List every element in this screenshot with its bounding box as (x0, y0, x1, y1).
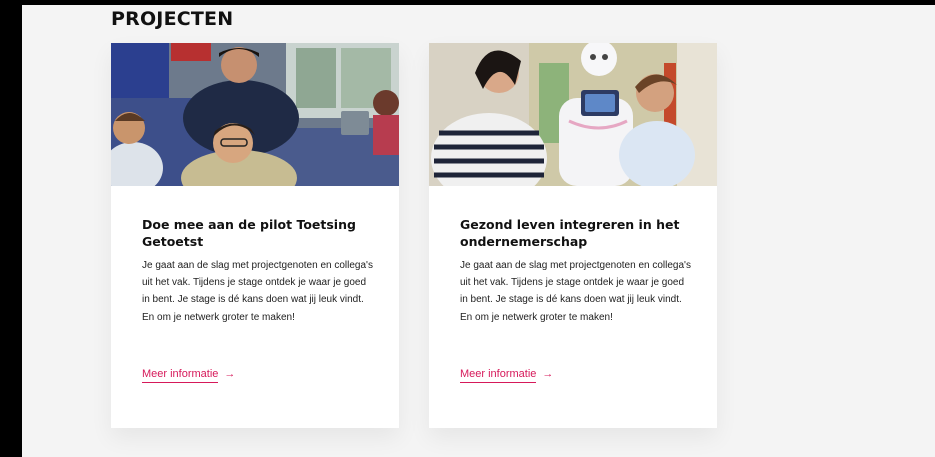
more-info-link[interactable]: Meer informatie → (460, 368, 553, 383)
project-card[interactable]: Doe mee aan de pilot Toetsing Getoetst J… (111, 43, 399, 428)
card-description: Je gaat aan de slag met projectgenoten e… (142, 260, 373, 323)
more-info-label: Meer informatie (142, 368, 219, 383)
card-title: Gezond leven integreren in het onderneme… (460, 217, 680, 249)
more-info-link[interactable]: Meer informatie → (142, 368, 235, 383)
project-photo (429, 43, 717, 186)
section-title: PROJECTEN (111, 8, 234, 30)
more-info-label: Meer informatie (460, 368, 537, 383)
card-title: Doe mee aan de pilot Toetsing Getoetst (142, 217, 356, 249)
projects-section: PROJECTEN Doe mee aan de pilot Toetsing … (22, 5, 935, 457)
arrow-right-icon: → (542, 367, 554, 380)
arrow-right-icon: → (224, 367, 236, 380)
project-photo (111, 43, 399, 186)
project-card[interactable]: Gezond leven integreren in het onderneme… (429, 43, 717, 428)
card-description: Je gaat aan de slag met projectgenoten e… (460, 260, 691, 323)
